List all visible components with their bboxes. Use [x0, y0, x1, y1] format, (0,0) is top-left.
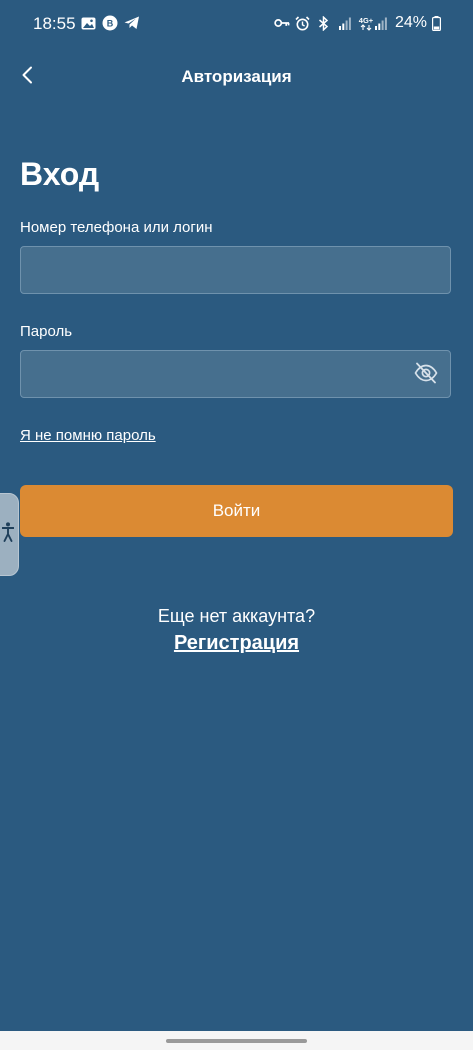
password-input[interactable]	[21, 351, 450, 397]
forgot-password-link[interactable]: Я не помню пароль	[20, 427, 156, 444]
status-time: 18:55	[33, 14, 76, 33]
key-icon	[274, 15, 290, 31]
svg-text:B: B	[107, 19, 114, 29]
battery-icon	[432, 15, 441, 31]
system-navigation-bar	[0, 1031, 473, 1050]
notification-icons: B	[80, 15, 140, 31]
system-icons: 4G+ 24%	[274, 14, 441, 32]
login-screen: 18:55 B 4G+ 24% Авторизация Вход Номер т…	[0, 0, 473, 1050]
svg-text:4G+: 4G+	[359, 16, 374, 25]
gallery-icon	[80, 15, 96, 31]
alarm-icon	[295, 15, 311, 31]
eye-off-icon	[414, 362, 438, 389]
accessibility-icon	[1, 522, 14, 547]
register-link: Регистрация	[0, 632, 473, 655]
battery-percent: 24%	[394, 14, 427, 31]
login-field	[20, 246, 451, 294]
bluetooth-icon	[316, 15, 332, 31]
home-gesture-handle[interactable]	[166, 1039, 307, 1043]
whatsapp-business-icon: B	[102, 15, 118, 31]
accessibility-tab[interactable]	[0, 493, 19, 576]
app-bar: Авторизация	[0, 48, 473, 106]
no-account-text: Еще нет аккаунта?	[157, 606, 316, 626]
password-field	[20, 350, 451, 398]
status-bar: 18:55 B 4G+ 24%	[0, 0, 473, 48]
password-visibility-toggle[interactable]	[414, 362, 438, 389]
password-field-label: Пароль	[20, 323, 73, 340]
4g-signal-icon: 4G+	[358, 15, 388, 31]
page-title: Авторизация	[181, 67, 292, 86]
telegram-icon	[124, 15, 140, 31]
login-heading: Вход	[20, 156, 100, 192]
login-button[interactable]: Войти	[20, 485, 453, 537]
register-link-label[interactable]: Регистрация	[174, 632, 299, 654]
login-input[interactable]	[21, 247, 450, 293]
signal-icon	[337, 15, 353, 31]
login-field-label: Номер телефона или логин	[20, 219, 213, 236]
